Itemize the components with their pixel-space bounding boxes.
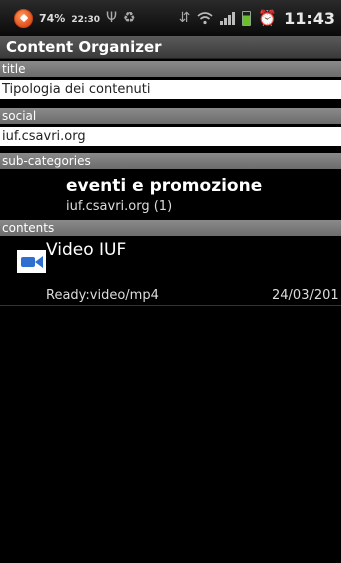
title-field[interactable]: Tipologia dei contenuti [0, 80, 341, 99]
app-title: Content Organizer [6, 38, 162, 56]
recycle-icon: ♻ [123, 10, 136, 26]
section-header-label: social [2, 109, 37, 123]
video-camera-icon [17, 250, 46, 273]
battery-icon [242, 10, 252, 26]
usb-icon: Ψ [106, 10, 118, 26]
social-field[interactable]: iuf.csavri.org [0, 127, 341, 146]
section-header-social: social [0, 108, 341, 124]
wifi-icon [197, 11, 213, 25]
content-status: Ready:video/mp4 [46, 288, 159, 303]
alarm-icon: ⏰ [258, 9, 278, 27]
section-header-subcategories: sub-categories [0, 153, 341, 169]
battery-percent: 74% [39, 11, 66, 25]
status-bar-left: 74% 22:30 Ψ ♻ [14, 8, 136, 28]
subcategory-name: eventi e promozione [66, 176, 263, 196]
content-date: 24/03/201 [272, 288, 339, 303]
section-header-label: title [2, 62, 26, 76]
section-header-title: title [0, 61, 341, 77]
notification-badge-icon [14, 8, 33, 28]
list-divider [0, 305, 341, 306]
title-value: Tipologia dei contenuti [2, 82, 151, 97]
status-bar: 74% 22:30 Ψ ♻ ⇵ ⏰ 11:43 [0, 0, 341, 36]
signal-icon [220, 11, 236, 25]
app-title-bar: Content Organizer [0, 36, 341, 59]
subcategory-detail: iuf.csavri.org (1) [66, 199, 173, 214]
status-bar-right: ⇵ ⏰ 11:43 [179, 9, 335, 28]
content-title: Video IUF [46, 240, 127, 260]
social-value: iuf.csavri.org [2, 129, 86, 144]
section-header-label: sub-categories [2, 154, 91, 168]
section-header-label: contents [2, 221, 55, 235]
notification-time: 22:30 [71, 15, 100, 25]
sync-icon: ⇵ [178, 10, 191, 26]
section-header-contents: contents [0, 220, 341, 236]
clock: 11:43 [284, 8, 335, 28]
